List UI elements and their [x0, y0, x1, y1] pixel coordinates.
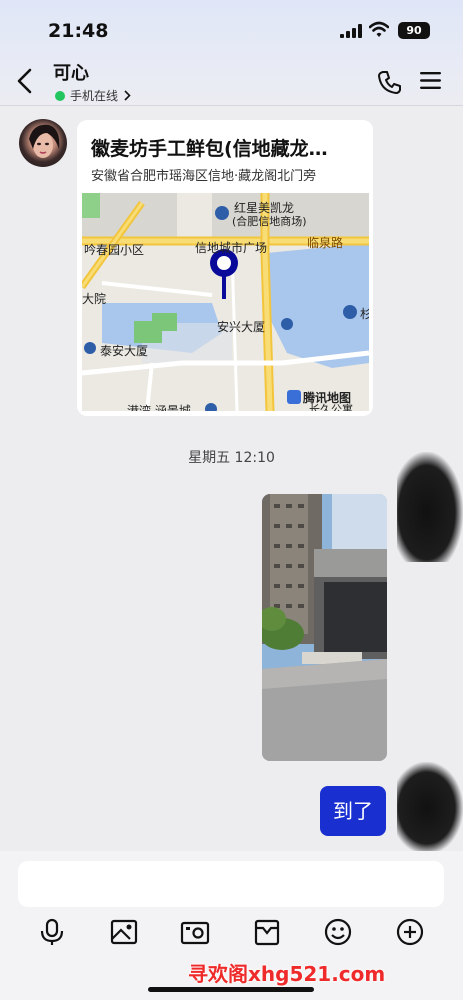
- map-provider-logo: 腾讯地图: [287, 389, 351, 406]
- map-label-road: 临泉路: [307, 236, 344, 250]
- location-title: 徽麦坊手工鲜包(信地藏龙…: [91, 138, 328, 160]
- map-graphic: [82, 193, 369, 411]
- chevron-right-icon: [124, 90, 131, 101]
- watermark-text: 寻欢阁xhg521.com: [188, 962, 386, 986]
- sent-photo[interactable]: [262, 494, 387, 761]
- contact-avatar[interactable]: [19, 119, 67, 167]
- signal-icon: [340, 24, 362, 38]
- online-status-label: 手机在线: [70, 89, 119, 103]
- back-arrow-icon[interactable]: [14, 68, 36, 94]
- chat-header: 21:48 90 可心 手机在线: [0, 0, 463, 106]
- my-avatar-2[interactable]: [397, 762, 463, 854]
- microphone-icon[interactable]: [37, 917, 67, 947]
- location-address: 安徽省合肥市瑶海区信地·藏龙阁北门旁: [91, 169, 317, 184]
- wifi-icon: [369, 21, 389, 37]
- plus-icon[interactable]: [395, 917, 425, 947]
- battery-indicator: 90: [398, 22, 430, 39]
- map-label-building2: 泰安大厦: [100, 344, 149, 358]
- location-map[interactable]: 红星美凯龙 (合肥信地商场) 吟春园小区 信地城市广场 临泉路 大院 安兴大厦 …: [82, 193, 369, 411]
- sent-message-bubble[interactable]: 到了: [320, 786, 386, 836]
- location-message-card[interactable]: 徽麦坊手工鲜包(信地藏龙… 安徽省合肥市瑶海区信地·藏龙阁北门旁 红星美凯龙 (…: [77, 120, 373, 416]
- camera-icon[interactable]: [180, 917, 210, 947]
- image-icon[interactable]: [109, 917, 139, 947]
- emoji-icon[interactable]: [323, 917, 353, 947]
- map-label-poi1-sub: (合肥信地商场): [232, 215, 307, 228]
- message-timestamp: 星期五 12:10: [188, 450, 275, 466]
- map-provider-label: 腾讯地图: [303, 391, 352, 405]
- online-status[interactable]: 手机在线: [55, 87, 131, 104]
- contact-name[interactable]: 可心: [53, 59, 89, 85]
- folder-icon[interactable]: [252, 917, 282, 947]
- menu-icon[interactable]: [420, 71, 441, 90]
- status-time: 21:48: [48, 20, 109, 42]
- avatar-face-icon: [29, 124, 60, 158]
- online-dot-icon: [55, 90, 65, 101]
- map-label-plaza: 信地城市广场: [195, 241, 268, 255]
- photo-image: [262, 494, 387, 761]
- map-provider-icon: [287, 390, 301, 404]
- map-label-partial1: 杉: [360, 307, 369, 321]
- map-label-area1: 吟春园小区: [84, 243, 145, 257]
- input-area: 寻欢阁xhg521.com: [0, 851, 463, 1000]
- map-label-building1: 安兴大厦: [217, 320, 266, 334]
- phone-icon[interactable]: [377, 69, 403, 95]
- my-avatar[interactable]: [397, 452, 463, 562]
- map-label-partial2: 港湾 涵景城: [127, 404, 191, 411]
- map-label-area2: 大院: [82, 292, 107, 306]
- home-indicator: [148, 987, 314, 992]
- message-input[interactable]: [18, 861, 444, 907]
